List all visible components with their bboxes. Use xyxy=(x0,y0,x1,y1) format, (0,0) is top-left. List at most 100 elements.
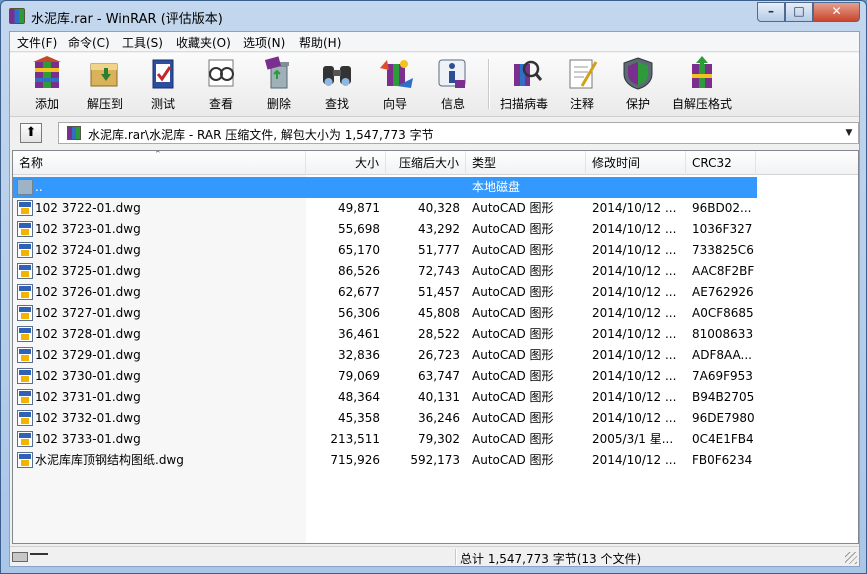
file-row[interactable]: 102 3727-01.dwg 56,306 45,808 AutoCAD 图形 201… xyxy=(13,303,858,324)
file-modified: 2014/10/12 ... xyxy=(592,348,677,362)
file-row[interactable]: 102 3728-01.dwg 36,461 28,522 AutoCAD 图形 201… xyxy=(13,324,858,345)
view-button[interactable]: 查看 xyxy=(192,55,250,113)
file-modified: 2005/3/1 星... xyxy=(592,432,674,446)
file-row[interactable]: 102 3726-01.dwg 62,677 51,457 AutoCAD 图形 201… xyxy=(13,282,858,303)
toolbar-separator xyxy=(488,59,490,109)
file-row[interactable]: 水泥库库顶钢结构图纸.dwg 715,926 592,173 AutoCAD 图形 20… xyxy=(13,450,858,471)
file-row[interactable]: 102 3732-01.dwg 45,358 36,246 AutoCAD 图形 201… xyxy=(13,408,858,429)
file-crc: 0C4E1FB4 xyxy=(692,432,754,446)
file-size: 36,461 xyxy=(338,327,380,341)
protect-button[interactable]: 保护 xyxy=(610,55,666,113)
menu-help[interactable]: 帮助(H) xyxy=(295,34,345,50)
find-icon xyxy=(323,66,351,86)
file-row[interactable]: 102 3731-01.dwg 48,364 40,131 AutoCAD 图形 201… xyxy=(13,387,858,408)
column-name-header[interactable]: 名称 ⌃ xyxy=(13,151,306,175)
file-size: 55,698 xyxy=(338,222,380,236)
title-bar[interactable]: 水泥库.rar - WinRAR (评估版本) – □ ✕ xyxy=(1,1,866,31)
menu-options[interactable]: 选项(N) xyxy=(239,34,289,50)
up-folder-button[interactable]: ⬆ xyxy=(20,123,42,143)
file-name: 102 3723-01.dwg xyxy=(35,222,141,236)
menu-tools[interactable]: 工具(S) xyxy=(118,34,167,50)
file-packed-size: 72,743 xyxy=(418,264,460,278)
column-packed-header[interactable]: 压缩后大小 xyxy=(386,151,466,175)
file-row[interactable]: 102 3724-01.dwg 65,170 51,777 AutoCAD 图形 201… xyxy=(13,240,858,261)
file-row[interactable]: 102 3725-01.dwg 86,526 72,743 AutoCAD 图形 201… xyxy=(13,261,858,282)
file-crc: FB0F6234 xyxy=(692,453,753,467)
find-button[interactable]: 查找 xyxy=(308,55,366,113)
file-size: 45,358 xyxy=(338,411,380,425)
file-name: 102 3731-01.dwg xyxy=(35,390,141,404)
menu-commands[interactable]: 命令(C) xyxy=(64,34,114,50)
column-modified-header[interactable]: 修改时间 xyxy=(586,151,686,175)
add-archive-icon xyxy=(33,56,61,88)
dwg-file-icon xyxy=(17,221,33,237)
file-rows: .. 本地磁盘 102 3722-01.dwg 49,871 40,328 AutoCAD… xyxy=(13,177,858,471)
parent-folder-row[interactable]: .. 本地磁盘 xyxy=(13,177,757,198)
file-name: 102 3725-01.dwg xyxy=(35,264,141,278)
minimize-button[interactable]: – xyxy=(757,2,785,22)
winrar-window: 水泥库.rar - WinRAR (评估版本) – □ ✕ 文件(F) 命令(C… xyxy=(0,0,867,574)
file-list[interactable]: 名称 ⌃ 大小 压缩后大小 类型 修改时间 CRC32 .. 本地磁盘 102 372… xyxy=(12,150,859,544)
file-type: AutoCAD 图形 xyxy=(472,411,554,425)
resize-grip[interactable] xyxy=(845,552,857,564)
column-crc-header[interactable]: CRC32 xyxy=(686,151,756,175)
file-size: 48,364 xyxy=(338,390,380,404)
file-modified: 2014/10/12 ... xyxy=(592,306,677,320)
file-type: 本地磁盘 xyxy=(472,180,521,194)
file-size: 213,511 xyxy=(330,432,380,446)
file-row[interactable]: 102 3723-01.dwg 55,698 43,292 AutoCAD 图形 201… xyxy=(13,219,858,240)
virus-scan-button[interactable]: 扫描病毒 xyxy=(494,55,554,113)
file-type: AutoCAD 图形 xyxy=(472,369,554,383)
drive-icon[interactable] xyxy=(12,552,28,562)
file-crc: 96BD02... xyxy=(692,201,752,215)
test-label: 测试 xyxy=(150,97,175,111)
file-name: 102 3727-01.dwg xyxy=(35,306,141,320)
comment-icon xyxy=(569,59,598,89)
sfx-label: 自解压格式 xyxy=(671,97,732,111)
file-size: 65,170 xyxy=(338,243,380,257)
address-bar: ⬆ 水泥库.rar\水泥库 - RAR 压缩文件, 解包大小为 1,547,77… xyxy=(10,119,859,147)
file-packed-size: 51,457 xyxy=(418,285,460,299)
dwg-file-icon xyxy=(17,263,33,279)
file-type: AutoCAD 图形 xyxy=(472,264,554,278)
column-name-label: 名称 xyxy=(19,156,44,170)
delete-button[interactable]: 删除 xyxy=(250,55,308,113)
path-dropdown-icon[interactable]: ▼ xyxy=(842,126,856,140)
file-list-header: 名称 ⌃ 大小 压缩后大小 类型 修改时间 CRC32 xyxy=(13,151,858,175)
maximize-button[interactable]: □ xyxy=(785,2,813,22)
dwg-file-icon xyxy=(17,305,33,321)
file-name: 102 3730-01.dwg xyxy=(35,369,141,383)
menu-bar: 文件(F) 命令(C) 工具(S) 收藏夹(O) 选项(N) 帮助(H) xyxy=(10,32,859,52)
add-button[interactable]: 添加 xyxy=(18,55,76,113)
file-row[interactable]: 102 3733-01.dwg 213,511 79,302 AutoCAD 图形 20… xyxy=(13,429,858,450)
close-button[interactable]: ✕ xyxy=(813,2,860,22)
file-size: 79,069 xyxy=(338,369,380,383)
file-row[interactable]: 102 3729-01.dwg 32,836 26,723 AutoCAD 图形 201… xyxy=(13,345,858,366)
file-name: 102 3729-01.dwg xyxy=(35,348,141,362)
column-size-header[interactable]: 大小 xyxy=(306,151,386,175)
file-name: 102 3724-01.dwg xyxy=(35,243,141,257)
dwg-file-icon xyxy=(17,326,33,342)
file-name: 102 3728-01.dwg xyxy=(35,327,141,341)
file-packed-size: 592,173 xyxy=(410,453,460,467)
info-label: 信息 xyxy=(440,97,465,111)
file-size xyxy=(306,177,380,198)
test-button[interactable]: 测试 xyxy=(134,55,192,113)
extract-to-button[interactable]: 解压到 xyxy=(76,55,134,113)
path-combobox[interactable]: 水泥库.rar\水泥库 - RAR 压缩文件, 解包大小为 1,547,773 … xyxy=(58,122,859,144)
menu-file[interactable]: 文件(F) xyxy=(13,34,61,50)
key-icon[interactable] xyxy=(30,553,48,561)
column-type-header[interactable]: 类型 xyxy=(466,151,586,175)
comment-button[interactable]: 注释 xyxy=(554,55,610,113)
info-button[interactable]: 信息 xyxy=(424,55,482,113)
file-packed-size: 40,328 xyxy=(418,201,460,215)
file-row[interactable]: 102 3730-01.dwg 79,069 63,747 AutoCAD 图形 201… xyxy=(13,366,858,387)
sfx-button[interactable]: 自解压格式 xyxy=(666,55,738,113)
file-row[interactable]: 102 3722-01.dwg 49,871 40,328 AutoCAD 图形 201… xyxy=(13,198,858,219)
file-packed-size: 26,723 xyxy=(418,348,460,362)
wizard-button[interactable]: 向导 xyxy=(366,55,424,113)
menu-favorites[interactable]: 收藏夹(O) xyxy=(172,34,235,50)
file-modified: 2014/10/12 ... xyxy=(592,222,677,236)
protect-label: 保护 xyxy=(625,97,650,111)
file-modified xyxy=(592,177,686,198)
